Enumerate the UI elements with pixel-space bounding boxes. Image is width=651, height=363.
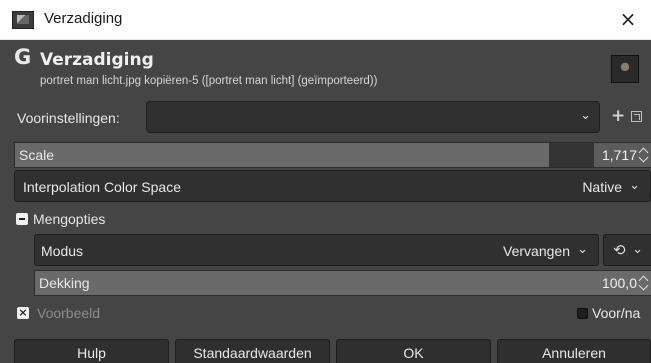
- mode-combo[interactable]: Modus Vervangen ⌄: [34, 234, 599, 266]
- chevron-down-icon: ⌄: [629, 178, 640, 193]
- opacity-label: Dekking: [39, 275, 90, 291]
- opacity-value[interactable]: 100,0: [602, 275, 637, 291]
- preset-menu-icon[interactable]: [631, 111, 642, 122]
- mode-value: Vervangen: [503, 243, 570, 259]
- interpolation-color-space-combo[interactable]: Interpolation Color Space Native ⌄: [14, 170, 651, 202]
- ok-button[interactable]: OK: [336, 339, 491, 363]
- chevron-down-icon: ⌄: [580, 108, 591, 123]
- interpolation-value: Native: [582, 179, 622, 195]
- presets-label: Voorinstellingen:: [17, 110, 120, 126]
- mode-label: Modus: [41, 243, 84, 259]
- dialog-header: G Verzadiging portret man licht.jpg kopi…: [0, 41, 651, 99]
- split-view-label[interactable]: Voor/na: [592, 305, 640, 321]
- close-icon[interactable]: ×: [605, 0, 651, 40]
- dialog-title: Verzadiging: [40, 50, 154, 70]
- scale-slider-handle[interactable]: [549, 143, 594, 167]
- image-thumbnail: [611, 55, 639, 83]
- opacity-spinscale[interactable]: Dekking 100,0: [34, 270, 651, 296]
- dialog-subtitle: portret man licht.jpg kopiëren-5 ([portr…: [40, 75, 378, 87]
- split-view-checkbox[interactable]: [577, 308, 588, 319]
- scale-spin-arrows-icon[interactable]: [640, 147, 649, 163]
- preview-label[interactable]: Voorbeeld: [37, 305, 100, 321]
- preview-checkbox[interactable]: ×: [17, 307, 29, 319]
- cancel-button[interactable]: Annuleren: [497, 339, 651, 363]
- presets-combo[interactable]: ⌄: [146, 101, 600, 133]
- composite-mode-button[interactable]: ⟲ ⌄: [603, 234, 651, 266]
- blending-expander-icon[interactable]: [16, 213, 28, 225]
- chevron-down-icon: ⌄: [632, 242, 643, 257]
- interpolation-label: Interpolation Color Space: [23, 179, 181, 195]
- blending-options-label[interactable]: Mengopties: [33, 211, 105, 227]
- window-titlebar: Verzadiging ×: [0, 0, 651, 40]
- reset-button[interactable]: Standaardwaarden: [175, 339, 330, 363]
- window-title: Verzadiging: [44, 10, 123, 27]
- scale-fill: [15, 143, 562, 167]
- help-button[interactable]: Hulp: [14, 339, 169, 363]
- gimp-window-icon: [12, 11, 34, 29]
- add-preset-icon[interactable]: +: [611, 108, 625, 125]
- scale-label: Scale: [19, 147, 55, 163]
- chevron-down-icon: ⌄: [577, 242, 588, 257]
- gegl-icon: G: [14, 45, 32, 69]
- scale-value[interactable]: 1,717: [602, 147, 637, 163]
- scale-spinscale[interactable]: Scale 1,717: [14, 142, 651, 168]
- opacity-spin-arrows-icon[interactable]: [640, 275, 649, 291]
- composite-mode-icon: ⟲: [613, 241, 626, 259]
